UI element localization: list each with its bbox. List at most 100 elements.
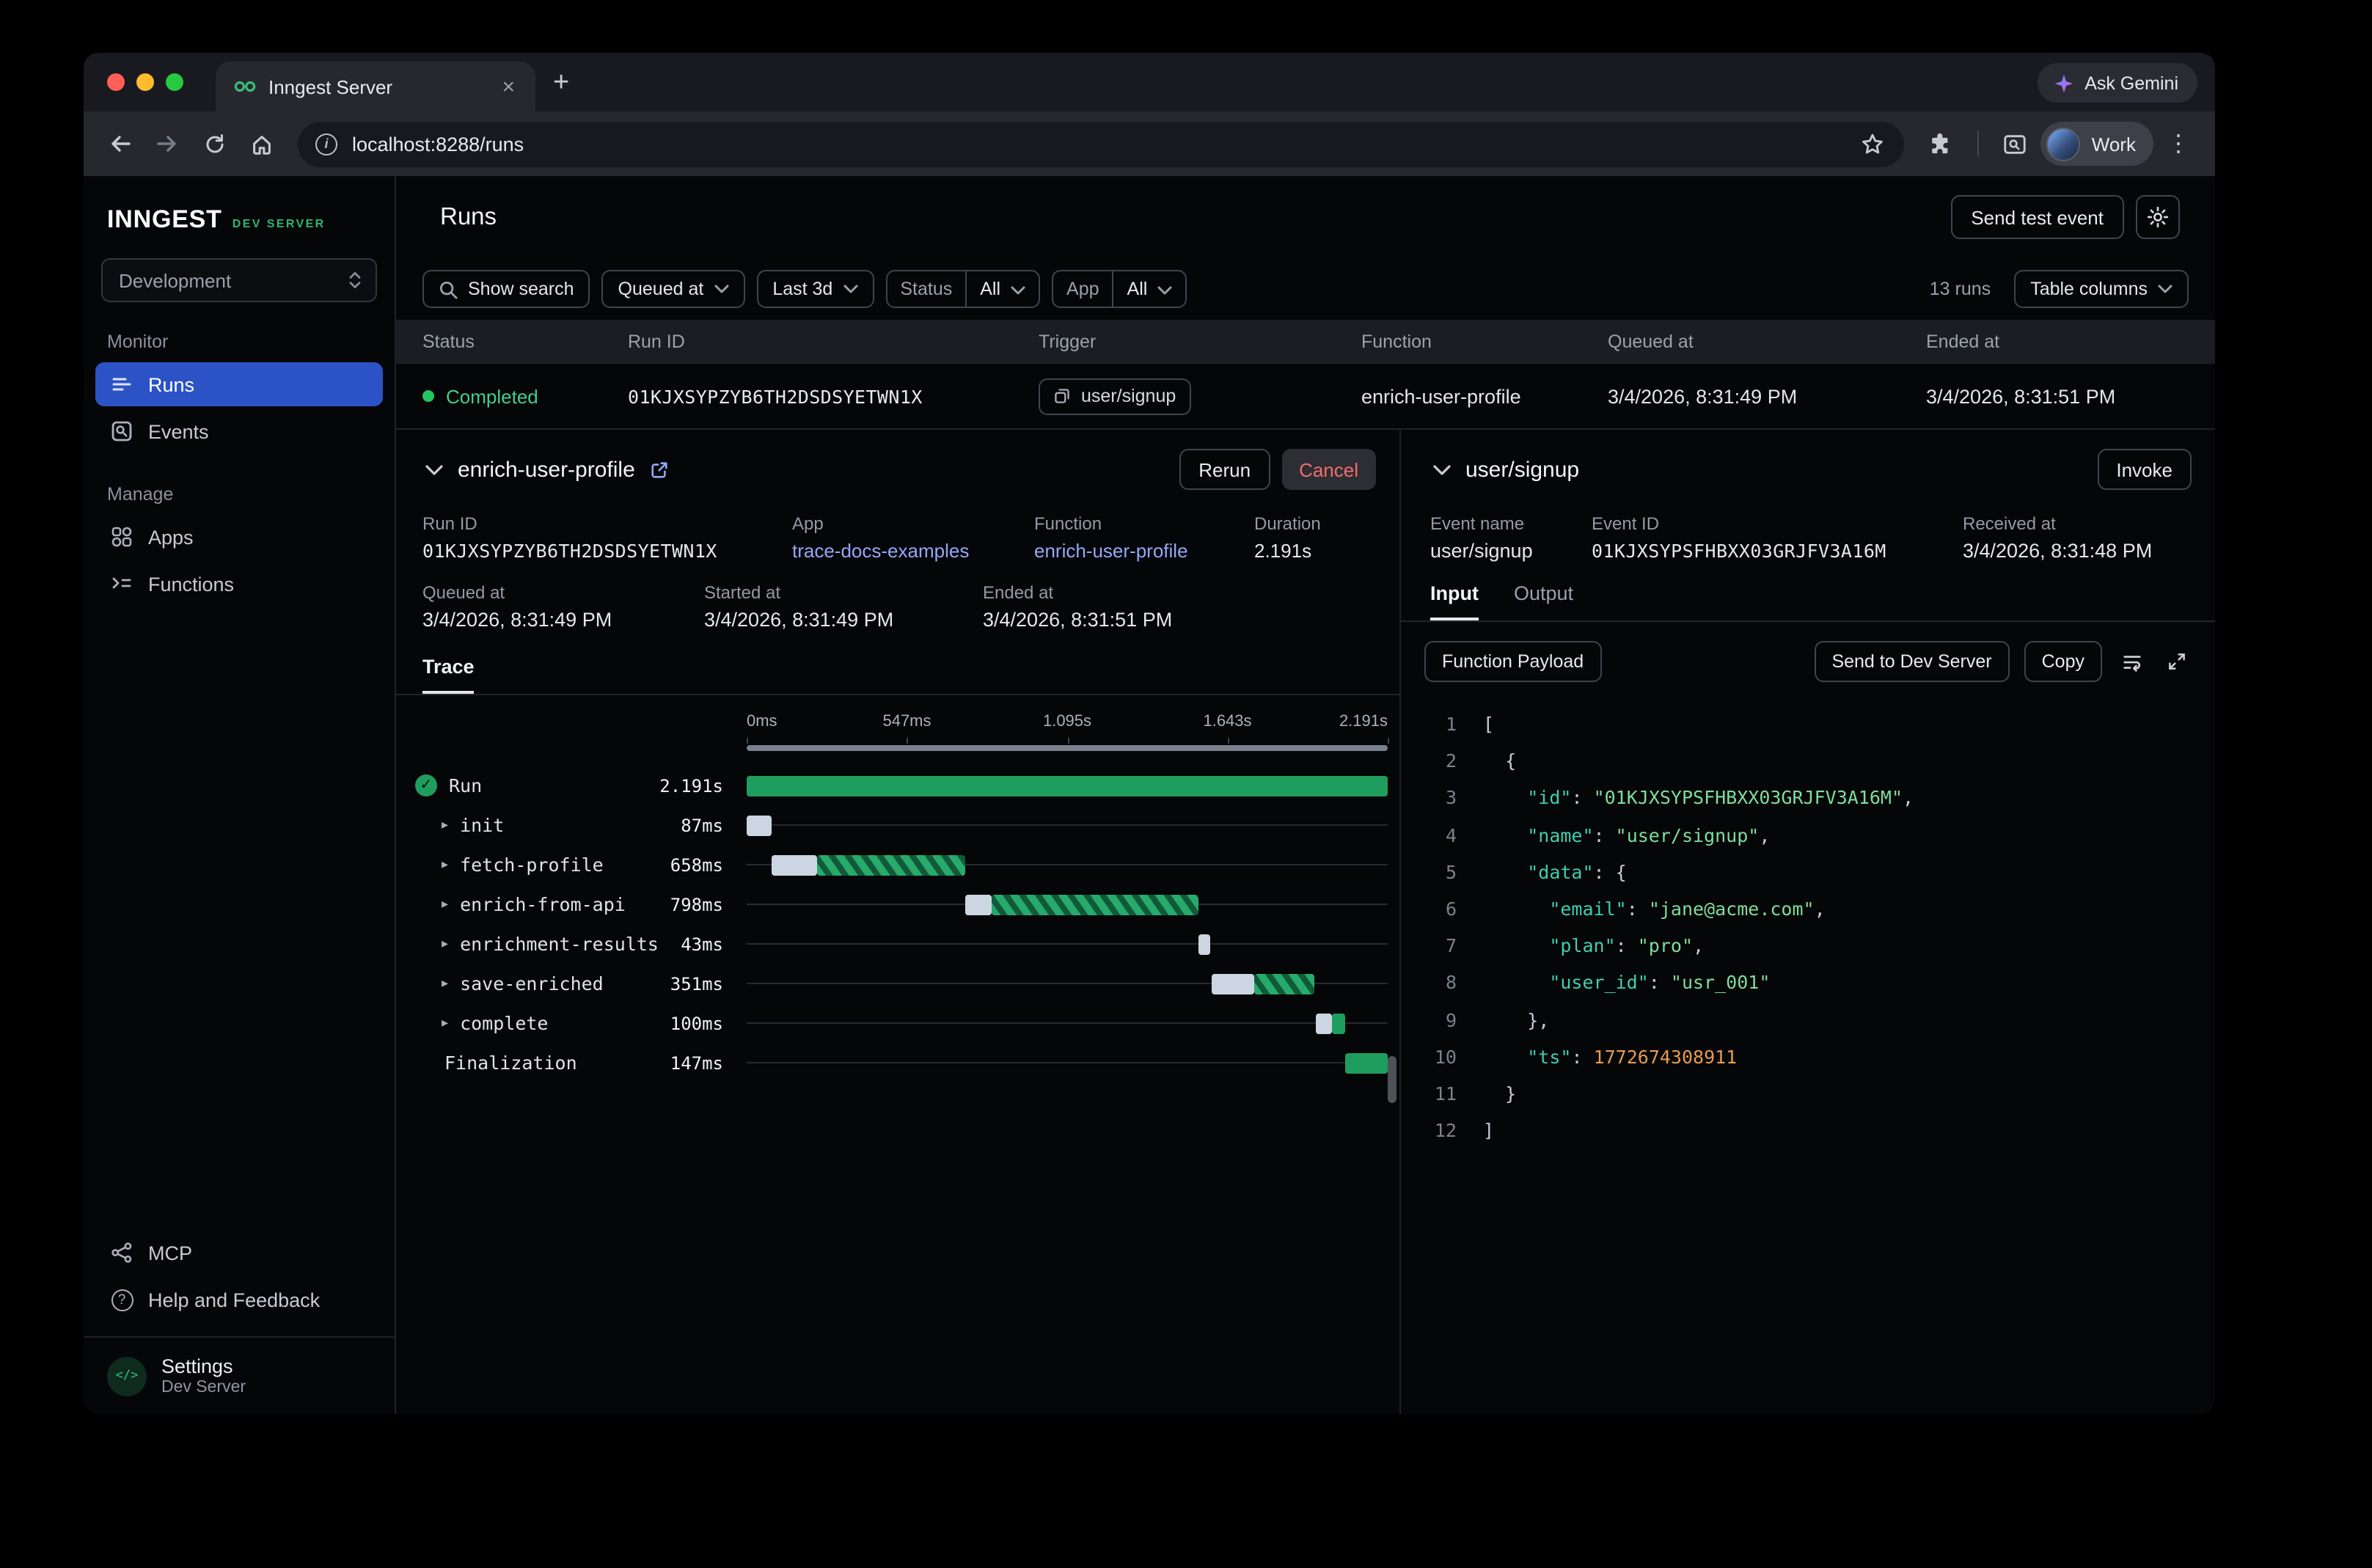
tab-output[interactable]: Output [1514,582,1573,620]
run-id-label: Run ID [422,513,792,534]
duration-label: Duration [1254,513,1321,534]
dev-server-code-icon: </> [107,1356,147,1396]
extensions-puzzle-icon[interactable] [1919,122,1963,166]
time-range-dropdown[interactable]: Last 3d [756,270,874,308]
trace-row[interactable]: ▸init87ms [396,805,1399,845]
sidebar-item-functions[interactable]: Functions [95,562,383,606]
code-line: 2 { [1421,742,2215,779]
table-columns-dropdown[interactable]: Table columns [2014,270,2189,308]
close-window-button[interactable] [107,73,125,91]
trace-row[interactable]: ▸save-enriched351ms [396,964,1399,1003]
browser-tab[interactable]: Inngest Server × [216,62,535,111]
code-line: 11 } [1421,1075,2215,1112]
sidebar-item-runs[interactable]: Runs [95,362,383,406]
browser-menu-icon[interactable]: ⋮ [2156,122,2200,166]
select-updown-icon [348,270,362,290]
sidebar-item-apps[interactable]: Apps [95,515,383,559]
sidebar-item-help[interactable]: ? Help and Feedback [95,1278,383,1322]
expander-icon[interactable]: ▸ [442,1015,448,1031]
trace-row[interactable]: ▸complete100ms [396,1003,1399,1043]
line-number: 10 [1421,1038,1457,1075]
check-circle-icon: ✓ [415,774,437,796]
column-header: Ended at [1926,331,2215,352]
profile-chip[interactable]: Work [2040,122,2153,166]
expander-icon[interactable]: ▸ [442,896,448,912]
app-filter-value[interactable]: All [1113,271,1186,307]
url-bar[interactable]: i localhost:8288/runs [298,121,1904,166]
expander-icon[interactable]: ▸ [442,857,448,873]
settings-gear-button[interactable] [2136,195,2180,239]
trace-step-duration: 87ms [681,815,723,835]
run-title: enrich-user-profile [458,457,635,482]
show-search-button[interactable]: Show search [422,270,590,308]
chevron-down-icon [843,285,857,293]
new-tab-button[interactable]: + [535,67,584,111]
panel-scrollbar[interactable] [1388,1056,1397,1103]
url-text[interactable]: localhost:8288/runs [352,133,1840,155]
cancel-button[interactable]: Cancel [1281,449,1376,490]
ask-gemini-label: Ask Gemini [2084,73,2178,93]
trace-row[interactable]: Finalization147ms [396,1043,1399,1082]
sidebar-item-mcp[interactable]: MCP [95,1231,383,1275]
trace-step-name: fetch-profile [460,854,604,876]
status-text: Completed [446,385,538,407]
expander-icon[interactable]: ▸ [442,975,448,992]
environment-select[interactable]: Development [101,258,377,302]
bookmark-star-icon[interactable] [1854,125,1892,163]
event-id-value: 01KJXSYPSFHBXX03GRJFV3A16M [1592,540,1963,562]
tab-input[interactable]: Input [1430,582,1479,620]
mcp-share-icon [110,1241,133,1264]
timeline-scrubber[interactable] [747,745,1388,751]
status-filter-value[interactable]: All [965,271,1039,307]
app-filter[interactable]: App All [1052,270,1187,308]
trace-row[interactable]: ▸enrich-from-api798ms [396,884,1399,924]
expand-icon[interactable] [2162,647,2192,676]
trace-step-name: enrichment-results [460,933,659,955]
trace-row[interactable]: ▸fetch-profile658ms [396,845,1399,884]
inngest-favicon-icon [233,79,257,94]
send-test-event-button[interactable]: Send test event [1950,195,2124,239]
function-payload-button[interactable]: Function Payload [1424,641,1601,682]
trigger-badge[interactable]: user/signup [1039,378,1190,414]
rerun-button[interactable]: Rerun [1179,449,1270,490]
code-line: 5 "data": { [1421,854,2215,890]
sidebar-item-label: Apps [148,526,194,548]
table-row[interactable]: Completed 01KJXSYPZYB6TH2DSDSYETWN1X use… [396,364,2215,430]
trace-bar-segment [747,775,1388,796]
trace-row[interactable]: ▸enrichment-results43ms [396,924,1399,964]
expander-icon[interactable]: ▸ [442,817,448,833]
trace-bar-segment [1315,1013,1332,1033]
back-button[interactable] [98,122,142,166]
expander-icon[interactable]: ▸ [442,936,448,952]
detail-panels: enrich-user-profile Rerun Cancel [396,430,2215,1414]
collapse-chevron-icon[interactable] [1430,461,1454,477]
collapse-chevron-icon[interactable] [422,461,446,477]
code-line: 8 "user_id": "usr_001" [1421,964,2215,1001]
invoke-button[interactable]: Invoke [2097,449,2192,490]
send-to-dev-server-button[interactable]: Send to Dev Server [1814,641,2009,682]
site-info-icon[interactable]: i [315,133,337,155]
settings-entry[interactable]: </> Settings Dev Server [84,1336,395,1414]
queued-at-dropdown[interactable]: Queued at [602,270,745,308]
word-wrap-icon[interactable] [2117,646,2148,677]
copy-button[interactable]: Copy [2024,641,2102,682]
function-link[interactable]: enrich-user-profile [1034,540,1254,562]
sidebar-item-events[interactable]: Events [95,409,383,453]
status-filter[interactable]: Status All [885,270,1040,308]
external-link-icon[interactable] [650,460,669,479]
trace-row[interactable]: ✓Run2.191s [396,766,1399,805]
show-search-label: Show search [468,279,574,299]
tab-trace[interactable]: Trace [422,656,475,694]
minimize-window-button[interactable] [136,73,154,91]
queued-at-label: Queued at [618,279,704,299]
home-button[interactable] [239,122,283,166]
ask-gemini-button[interactable]: Ask Gemini [2038,63,2197,103]
reload-button[interactable] [192,122,236,166]
forward-button[interactable] [145,122,189,166]
zoom-window-button[interactable] [166,73,183,91]
run-meta-row-1: Run ID 01KJXSYPZYB6TH2DSDSYETWN1X App tr… [396,499,1399,562]
close-tab-icon[interactable]: × [496,73,521,100]
apps-grid-icon [110,525,133,549]
side-panel-search-icon[interactable] [1994,122,2038,166]
app-link[interactable]: trace-docs-examples [792,540,1034,562]
